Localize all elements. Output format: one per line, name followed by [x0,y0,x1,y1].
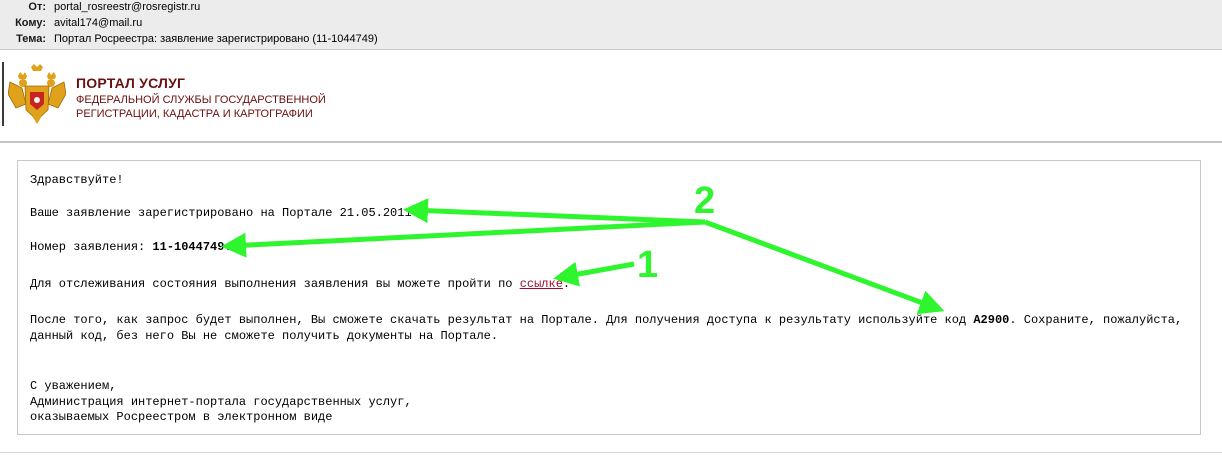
annotation-label-1: 1 [637,244,658,286]
arrow-to-registration-date [403,198,706,225]
arrow-to-application-number [221,219,706,258]
annotation-label-2: 2 [694,180,715,222]
arrow-to-access-code [704,219,945,315]
annotation-overlay: 2 1 [221,180,945,315]
arrow-to-tracking-link [553,261,635,287]
